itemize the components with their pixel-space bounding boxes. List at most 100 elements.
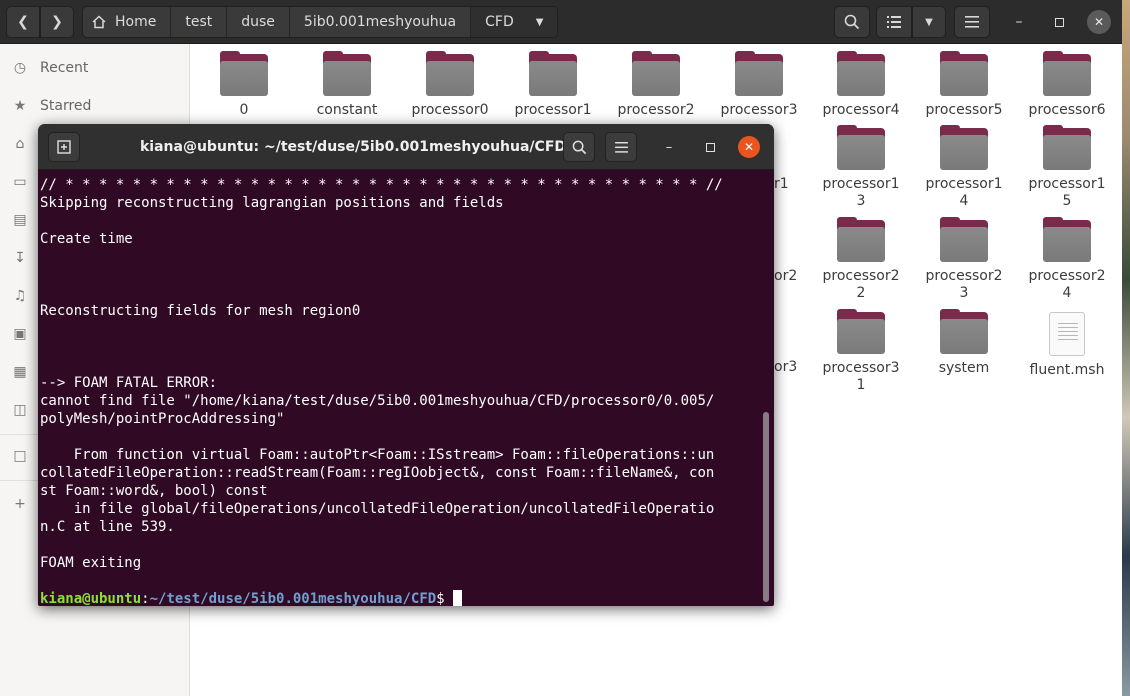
terminal-minimize-button[interactable]: – [658,136,680,158]
folder-item[interactable]: 0 [194,44,294,119]
prompt-path: ~/test/duse/5ib0.001meshyouhua/CFD [149,591,437,606]
back-button[interactable]: ❮ [6,6,40,38]
downloads-icon: ↧ [14,250,26,266]
terminal-close-button[interactable]: ✕ [738,136,760,158]
maximize-button[interactable] [1047,10,1071,34]
terminal-line: --> FOAM FATAL ERROR: [40,375,218,391]
file-name: fluent.msh [1029,362,1105,378]
file-name-peek: or2 [774,268,798,284]
folder-item[interactable]: processor3 [709,44,809,119]
close-button[interactable]: ✕ [1087,10,1111,34]
folder-item[interactable]: processor1 3 [811,118,911,210]
breadcrumb-label: Home [115,14,157,30]
folder-item[interactable]: processor0 [400,44,500,119]
minimize-button[interactable]: – [1007,10,1031,34]
search-icon [572,140,586,154]
file-name: processor1 5 [1028,176,1106,209]
folder-icon [940,217,988,262]
breadcrumb-label: 5ib0.001meshyouhua [303,14,457,30]
folder-icon [837,309,885,354]
search-button[interactable] [834,6,870,38]
file-name: processor2 3 [925,268,1003,301]
files-headerbar: ❮ ❯ Home test duse 5ib0.001meshyouhua CF… [0,0,1122,44]
folder-item[interactable]: processor2 3 [914,210,1014,302]
menu-button[interactable] [954,6,990,38]
new-tab-icon [57,140,71,154]
breadcrumb-cfd[interactable]: CFD ▼ [471,7,558,37]
terminal-line: // * * * * * * * * * * * * * * * * * * *… [40,177,723,193]
minimize-icon: – [665,139,673,155]
folder-icon [837,125,885,170]
folder-icon [323,51,371,96]
terminal-window: kiana@ubuntu: ~/test/duse/5ib0.001meshyo… [38,124,774,606]
sidebar-item-recent[interactable]: ◷ Recent [0,50,190,86]
maximize-icon [1054,17,1064,27]
folder-item[interactable]: system [914,302,1014,377]
caret-down-icon: ▼ [535,16,544,28]
folder-item[interactable]: processor2 4 [1017,210,1117,302]
terminal-search-button[interactable] [563,132,595,162]
list-view-button[interactable] [876,6,912,38]
sidebar-item-label: Starred [40,98,92,114]
folder-item[interactable]: processor1 4 [914,118,1014,210]
breadcrumb-label: CFD [485,14,514,30]
terminal-output[interactable]: // * * * * * * * * * * * * * * * * * * *… [40,176,762,606]
folder-icon [220,51,268,96]
text-file-icon [1049,312,1085,356]
breadcrumb-test[interactable]: test [171,7,228,37]
terminal-scrollbar[interactable] [763,412,769,602]
sidebar-item-label: Recent [40,60,89,76]
new-tab-button[interactable] [48,132,80,162]
breadcrumb-5ib0[interactable]: 5ib0.001meshyouhua [290,7,472,37]
breadcrumb-home[interactable]: Home [83,7,172,37]
view-options-button[interactable]: ▼ [912,6,946,38]
terminal-line: n.C at line 539. [40,519,175,535]
folder-item[interactable]: processor1 [503,44,603,119]
file-name: processor3 1 [822,360,900,393]
prompt-user: kiana@ubuntu [40,591,142,606]
file-item[interactable]: fluent.msh [1017,302,1117,379]
file-name: processor2 2 [822,268,900,301]
folder-icon [1043,51,1091,96]
file-name: processor1 [514,102,592,118]
folder-icon [735,51,783,96]
folder-item[interactable]: processor2 2 [811,210,911,302]
folder-item[interactable]: constant [297,44,397,119]
sidebar-item-starred[interactable]: ★ Starred [0,88,190,124]
terminal-menu-button[interactable] [605,132,637,162]
terminal-headerbar: kiana@ubuntu: ~/test/duse/5ib0.001meshyo… [38,124,774,170]
terminal-maximize-button[interactable] [699,136,721,158]
folder-item[interactable]: processor4 [811,44,911,119]
forward-button[interactable]: ❯ [40,6,74,38]
file-name: system [938,360,990,376]
folder-item[interactable]: processor1 5 [1017,118,1117,210]
terminal-line: in file global/fileOperations/uncollated… [40,501,715,517]
file-name: processor4 [822,102,900,118]
folder-icon [837,217,885,262]
folder-icon: □ [13,448,27,464]
folder-item[interactable]: processor6 [1017,44,1117,119]
folder-item[interactable]: processor2 [606,44,706,119]
breadcrumb-duse[interactable]: duse [227,7,290,37]
file-name: processor1 4 [925,176,1003,209]
terminal-line: st Foam::word&, bool) const [40,483,268,499]
music-icon: ♫ [13,288,27,304]
terminal-line: Reconstructing fields for mesh region0 [40,303,361,319]
file-name: processor6 [1028,102,1106,118]
folder-item[interactable]: processor5 [914,44,1014,119]
home-icon [92,15,106,29]
terminal-line: From function virtual Foam::autoPtr<Foam… [40,447,715,463]
trash-icon: ◫ [13,402,27,418]
folder-item[interactable]: processor3 1 [811,302,911,394]
star-icon: ★ [13,98,27,114]
breadcrumb-label: duse [241,14,275,30]
folder-icon [940,309,988,354]
file-name: processor1 3 [822,176,900,209]
prompt-end: $ [436,591,454,606]
